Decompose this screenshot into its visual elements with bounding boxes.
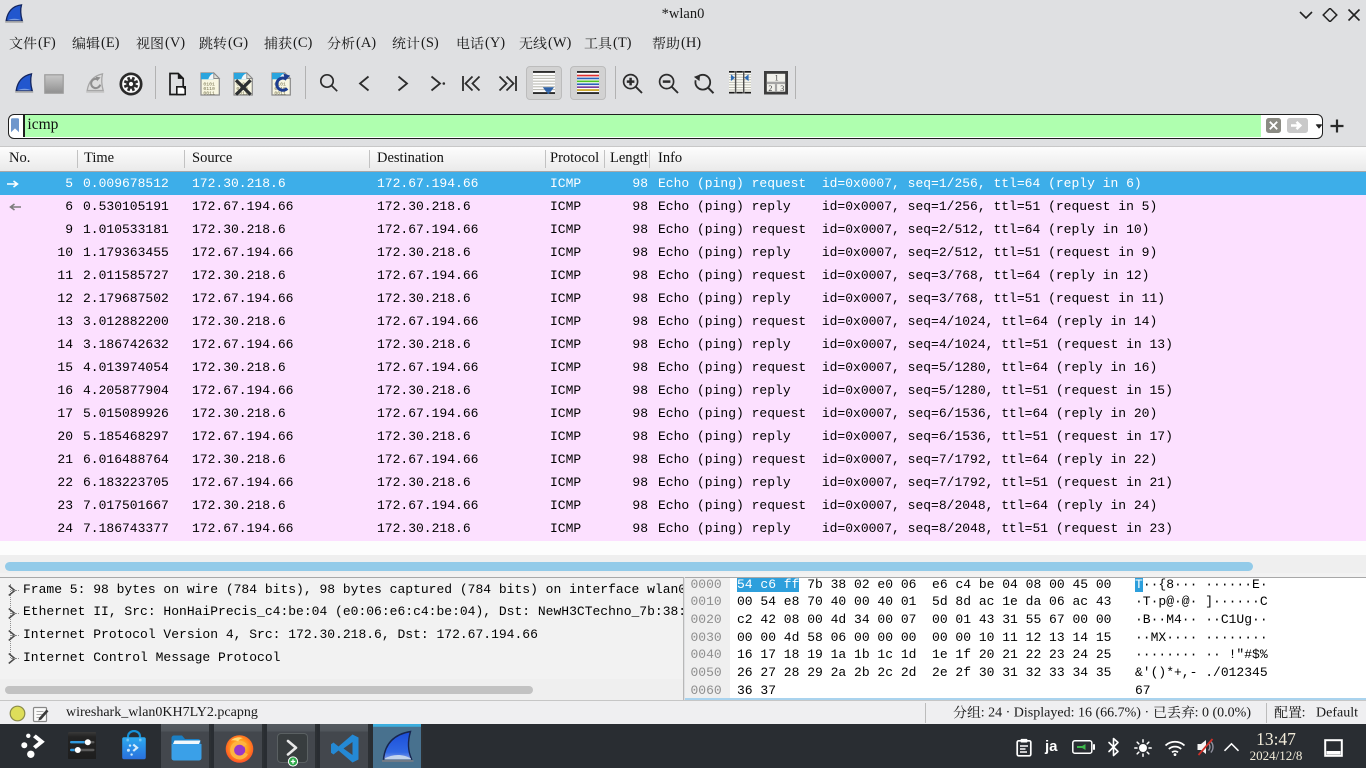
svg-text:2: 2 bbox=[768, 84, 772, 93]
svg-text:1: 1 bbox=[775, 73, 779, 82]
svg-text:0011: 0011 bbox=[203, 90, 215, 96]
svg-text:3: 3 bbox=[780, 84, 784, 93]
